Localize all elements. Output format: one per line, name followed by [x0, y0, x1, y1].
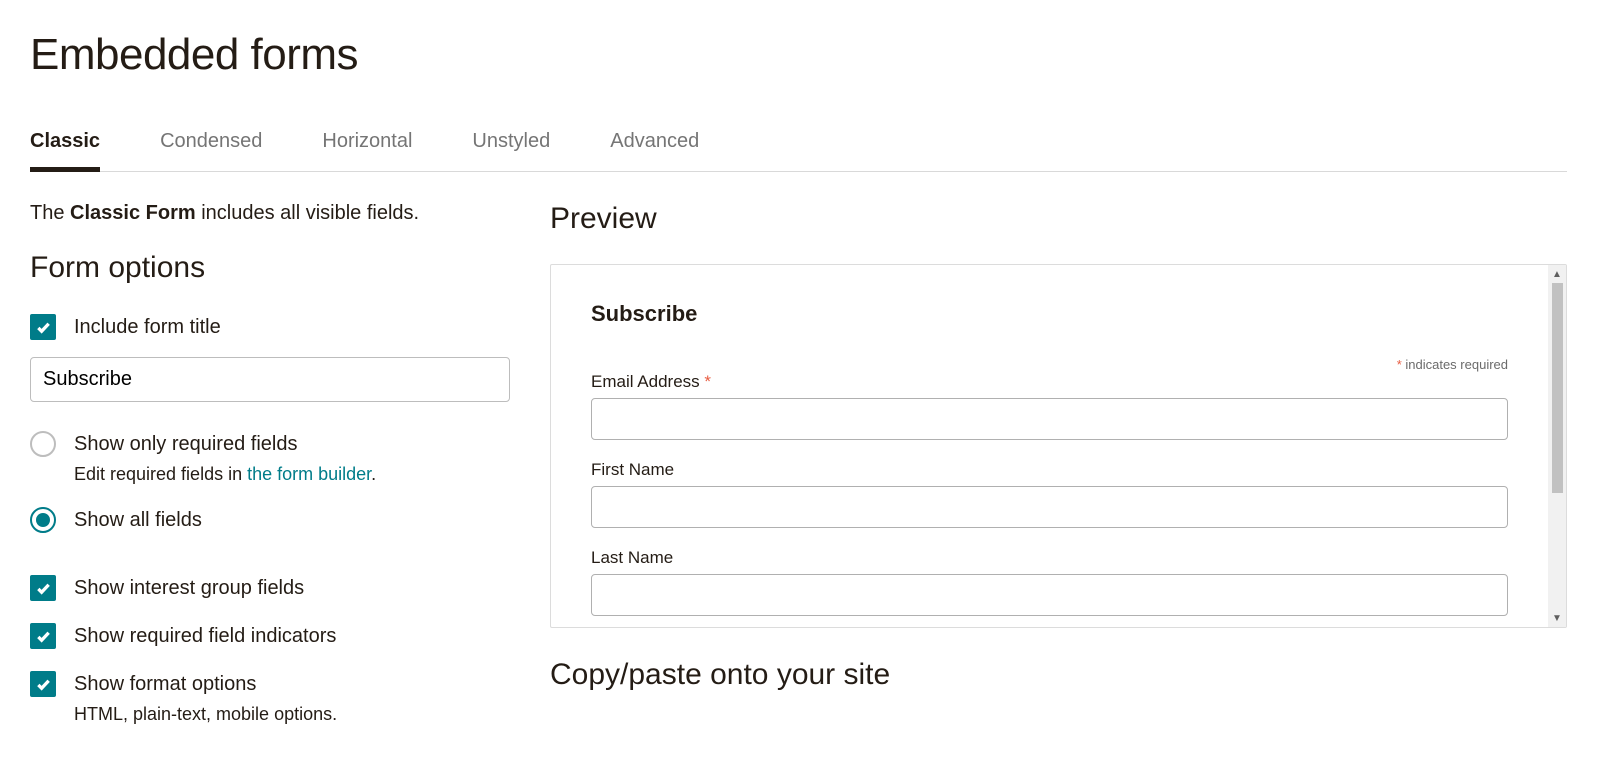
show-interest-label: Show interest group fields [74, 574, 304, 602]
last-name-label: Last Name [591, 548, 1508, 568]
tab-unstyled[interactable]: Unstyled [472, 130, 550, 172]
email-label-text: Email Address [591, 372, 704, 391]
first-name-input[interactable] [591, 486, 1508, 528]
show-indicators-checkbox[interactable] [30, 623, 56, 649]
tab-horizontal[interactable]: Horizontal [322, 130, 412, 172]
asterisk-icon: * [704, 372, 711, 391]
show-required-radio[interactable] [30, 431, 56, 457]
show-format-label: Show format options [74, 673, 256, 695]
tabs-container: Classic Condensed Horizontal Unstyled Ad… [30, 130, 1567, 172]
include-title-checkbox[interactable] [30, 314, 56, 340]
preview-heading: Preview [550, 202, 1567, 236]
check-icon [36, 581, 51, 596]
intro-prefix: The [30, 202, 70, 224]
scroll-up-icon[interactable]: ▲ [1548, 265, 1566, 283]
required-indicator-text: * indicates required [591, 357, 1508, 372]
preview-box: Subscribe * indicates required Email Add… [550, 264, 1567, 628]
show-format-checkbox[interactable] [30, 671, 56, 697]
scroll-down-icon[interactable]: ▼ [1548, 609, 1566, 627]
show-required-sub-prefix: Edit required fields in [74, 464, 247, 484]
page-title: Embedded forms [30, 30, 1567, 80]
copy-paste-heading: Copy/paste onto your site [550, 658, 1567, 692]
tab-classic[interactable]: Classic [30, 130, 100, 172]
include-title-label: Include form title [74, 313, 221, 341]
scroll-thumb[interactable] [1552, 283, 1563, 493]
check-icon [36, 677, 51, 692]
preview-scrollbar[interactable]: ▲ ▼ [1548, 265, 1566, 627]
form-title-input[interactable] [30, 357, 510, 402]
required-text: indicates required [1402, 357, 1508, 372]
show-interest-checkbox[interactable] [30, 575, 56, 601]
show-format-sub: HTML, plain-text, mobile options. [74, 702, 337, 726]
check-icon [36, 320, 51, 335]
email-label: Email Address * [591, 372, 1508, 392]
tab-condensed[interactable]: Condensed [160, 130, 262, 172]
intro-text: The Classic Form includes all visible fi… [30, 202, 510, 225]
form-builder-link[interactable]: the form builder [247, 464, 371, 484]
preview-form-title: Subscribe [591, 301, 1508, 327]
show-required-label: Show only required fields [74, 433, 297, 455]
first-name-label: First Name [591, 460, 1508, 480]
last-name-input[interactable] [591, 574, 1508, 616]
intro-bold: Classic Form [70, 202, 196, 224]
check-icon [36, 629, 51, 644]
tab-advanced[interactable]: Advanced [610, 130, 699, 172]
email-input[interactable] [591, 398, 1508, 440]
show-required-sub-suffix: . [371, 464, 376, 484]
intro-suffix: includes all visible fields. [196, 202, 419, 224]
show-indicators-label: Show required field indicators [74, 622, 336, 650]
show-all-label: Show all fields [74, 506, 202, 534]
show-all-radio[interactable] [30, 507, 56, 533]
form-options-heading: Form options [30, 251, 510, 285]
